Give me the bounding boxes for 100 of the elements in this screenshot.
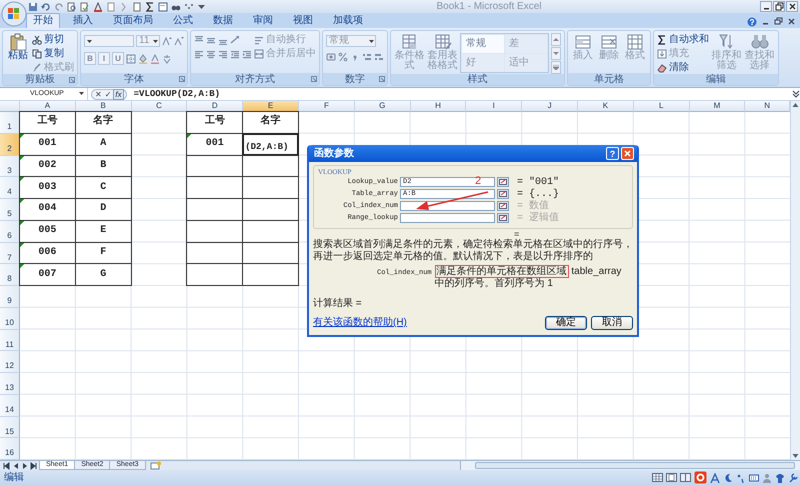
caret-icon[interactable]: [79, 91, 85, 97]
collapse-dialog-button[interactable]: [497, 189, 509, 199]
close-icon[interactable]: [787, 17, 796, 26]
ribbon-button[interactable]: 粘贴: [6, 33, 30, 74]
table-cell[interactable]: [242, 154, 299, 178]
column-header[interactable]: C: [132, 101, 188, 112]
scroll-down-button[interactable]: [551, 47, 561, 60]
phonetic-icon[interactable]: [162, 54, 172, 64]
column-header[interactable]: A: [20, 101, 76, 112]
ribbon-button[interactable]: 清除: [657, 61, 709, 74]
last-sheet-icon[interactable]: [30, 462, 37, 470]
column-header[interactable]: D: [187, 101, 244, 112]
column-header[interactable]: J: [522, 101, 578, 112]
print-preview-icon[interactable]: [67, 2, 77, 12]
save-icon[interactable]: [28, 2, 38, 12]
ribbon-tab[interactable]: 公式: [166, 13, 200, 28]
column-header[interactable]: K: [578, 101, 634, 112]
row-header[interactable]: 4: [0, 177, 20, 199]
grow-font-icon[interactable]: [162, 36, 172, 46]
spelling-icon[interactable]: [80, 2, 90, 12]
ribbon-tab[interactable]: 页面布局: [106, 13, 160, 28]
decrease-decimal-icon[interactable]: [374, 52, 384, 62]
font-color-icon[interactable]: [93, 2, 103, 12]
help-link[interactable]: 有关该函数的帮助(H): [313, 317, 407, 329]
column-header[interactable]: G: [354, 101, 411, 112]
ribbon-button[interactable]: 复制: [32, 47, 74, 60]
row-header[interactable]: 7: [0, 242, 20, 264]
caret-icon[interactable]: [369, 38, 374, 44]
scatter-icon[interactable]: [184, 2, 194, 12]
vertical-scrollbar[interactable]: [790, 101, 800, 460]
next-sheet-icon[interactable]: [21, 462, 28, 470]
align-right-icon[interactable]: [218, 50, 228, 60]
ribbon-tab[interactable]: 加载项: [326, 13, 370, 28]
align-left-icon[interactable]: [194, 50, 204, 60]
redo-icon[interactable]: [54, 2, 64, 12]
copy-icon[interactable]: [32, 48, 42, 58]
row-header[interactable]: 8: [0, 264, 20, 286]
collapse-dialog-button[interactable]: [497, 177, 509, 187]
page-layout-icon[interactable]: [666, 473, 677, 482]
column-header[interactable]: M: [690, 101, 746, 112]
caret-icon[interactable]: [87, 38, 92, 44]
ribbon-tab[interactable]: 视图: [286, 13, 320, 28]
row-header[interactable]: 1: [0, 112, 20, 134]
argument-field[interactable]: [400, 213, 495, 223]
collapse-dialog-button[interactable]: [497, 201, 509, 211]
dialog-launcher-icon[interactable]: [379, 76, 385, 82]
table-cell[interactable]: 名字: [242, 111, 299, 134]
ribbon-button[interactable]: 自动求和: [657, 33, 709, 46]
more-button[interactable]: [551, 61, 561, 74]
font-color-icon[interactable]: [150, 54, 160, 64]
row-header[interactable]: 16: [0, 438, 20, 460]
row-header[interactable]: 11: [0, 330, 20, 352]
dialog-launcher-icon[interactable]: [311, 76, 317, 82]
moon-icon[interactable]: [723, 472, 733, 482]
restore-icon[interactable]: [774, 17, 783, 26]
column-header[interactable]: E: [243, 101, 299, 112]
align-center-icon[interactable]: [206, 50, 216, 60]
row-header[interactable]: 12: [0, 351, 20, 373]
scrollbar-thumb[interactable]: [475, 462, 795, 469]
ribbon-tab[interactable]: 数据: [206, 13, 240, 28]
percent-icon[interactable]: [338, 52, 348, 62]
table-cell[interactable]: [186, 263, 244, 286]
page-icon[interactable]: [106, 2, 116, 12]
increase-decimal-icon[interactable]: [362, 52, 372, 62]
column-header[interactable]: L: [634, 101, 690, 112]
row-header[interactable]: 9: [0, 286, 20, 308]
dropdown-field[interactable]: [84, 35, 134, 47]
column-header[interactable]: H: [410, 101, 466, 112]
currency-icon[interactable]: [326, 52, 336, 62]
table-cell[interactable]: [242, 263, 299, 286]
table-cell[interactable]: G: [74, 263, 132, 286]
previous-sheet-icon[interactable]: [12, 462, 19, 470]
page-break-icon[interactable]: [680, 473, 691, 482]
column-header[interactable]: N: [745, 101, 790, 112]
column-header[interactable]: F: [298, 101, 355, 112]
input-method-logo-icon[interactable]: [694, 471, 707, 484]
row-header[interactable]: 13: [0, 373, 20, 395]
insert-function-button[interactable]: fx: [113, 88, 124, 100]
row-header[interactable]: 2: [0, 134, 20, 156]
table-cell[interactable]: 工号: [19, 111, 76, 134]
column-header[interactable]: I: [466, 101, 522, 112]
sum-icon[interactable]: [145, 2, 155, 12]
help-button[interactable]: ?: [606, 147, 619, 160]
collapse-dialog-button[interactable]: [497, 213, 509, 223]
border-icon[interactable]: [126, 54, 136, 64]
dialog-launcher-icon[interactable]: [69, 77, 75, 83]
formula-field[interactable]: =VLOOKUP(D2,A:B): [130, 88, 792, 100]
row-header[interactable]: 14: [0, 394, 20, 416]
style-option[interactable]: 常规: [462, 35, 504, 53]
clipboard-icon[interactable]: [9, 33, 27, 51]
ribbon-tab[interactable]: 审阅: [246, 13, 280, 28]
font-style-icon[interactable]: [710, 472, 720, 482]
fill-color-icon[interactable]: [138, 54, 148, 64]
row-header[interactable]: 6: [0, 220, 20, 242]
shrink-font-icon[interactable]: [174, 36, 184, 46]
first-sheet-icon[interactable]: [3, 462, 10, 470]
ribbon-tab[interactable]: 插入: [66, 13, 100, 28]
expand-icon[interactable]: [792, 90, 800, 98]
increase-indent-icon[interactable]: [242, 50, 252, 60]
table-cell[interactable]: 名字: [74, 111, 132, 134]
